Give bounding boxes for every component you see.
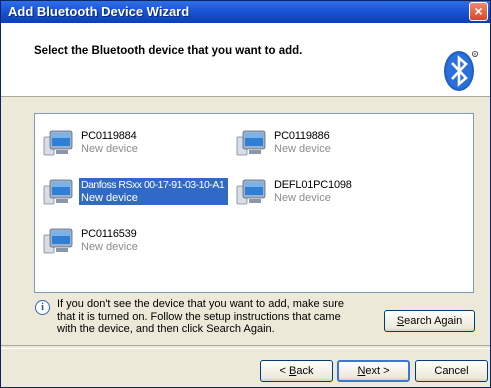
device-status: New device (81, 143, 138, 155)
page-heading: Select the Bluetooth device that you wan… (34, 45, 303, 57)
wizard-header: Select the Bluetooth device that you wan… (1, 23, 490, 97)
button-label: earch Again (404, 315, 463, 327)
info-icon: i (35, 300, 50, 315)
back-button[interactable]: < Back (260, 360, 333, 382)
search-again-button[interactable]: Search Again (384, 310, 475, 332)
computer-icon (43, 179, 73, 205)
button-label: ext > (365, 365, 390, 377)
device-name: PC0116539 (81, 228, 137, 240)
device-item-selected[interactable]: Danfoss RSxx 00-17-91-03-10-A1 New devic… (43, 175, 233, 209)
bluetooth-logo-icon: R (444, 51, 478, 91)
button-label: < (279, 365, 289, 377)
window-title: Add Bluetooth Device Wizard (8, 4, 190, 19)
accelerator-key: S (396, 315, 405, 327)
info-text: If you don't see the device that you wan… (57, 298, 345, 335)
computer-icon (236, 130, 266, 156)
wizard-window: Add Bluetooth Device Wizard × Select the… (0, 0, 491, 388)
device-status: New device (274, 143, 331, 155)
device-status: New device (81, 241, 138, 253)
device-name: PC0119884 (81, 130, 137, 142)
close-icon[interactable]: × (469, 2, 488, 21)
device-name: Danfoss RSxx 00-17-91-03-10-A1 (81, 179, 225, 191)
computer-icon (43, 228, 73, 254)
device-item[interactable]: DEFL01PC1098 New device (236, 175, 416, 209)
button-separator (1, 345, 490, 349)
device-item[interactable]: PC0119884 New device (43, 126, 223, 160)
computer-icon (43, 130, 73, 156)
next-button[interactable]: Next > (337, 360, 410, 382)
device-name: PC0119886 (274, 130, 330, 142)
computer-icon (236, 179, 266, 205)
button-label: ack (296, 365, 314, 377)
title-bar[interactable]: Add Bluetooth Device Wizard × (1, 1, 490, 23)
cancel-button[interactable]: Cancel (415, 360, 488, 382)
device-item[interactable]: PC0116539 New device (43, 224, 223, 258)
device-list[interactable]: PC0119884 New device PC0119886 New devic… (34, 113, 474, 293)
svg-text:R: R (474, 52, 477, 56)
device-item[interactable]: PC0119886 New device (236, 126, 416, 160)
device-status: New device (274, 192, 331, 204)
device-status: New device (81, 192, 138, 204)
device-name: DEFL01PC1098 (274, 179, 352, 191)
